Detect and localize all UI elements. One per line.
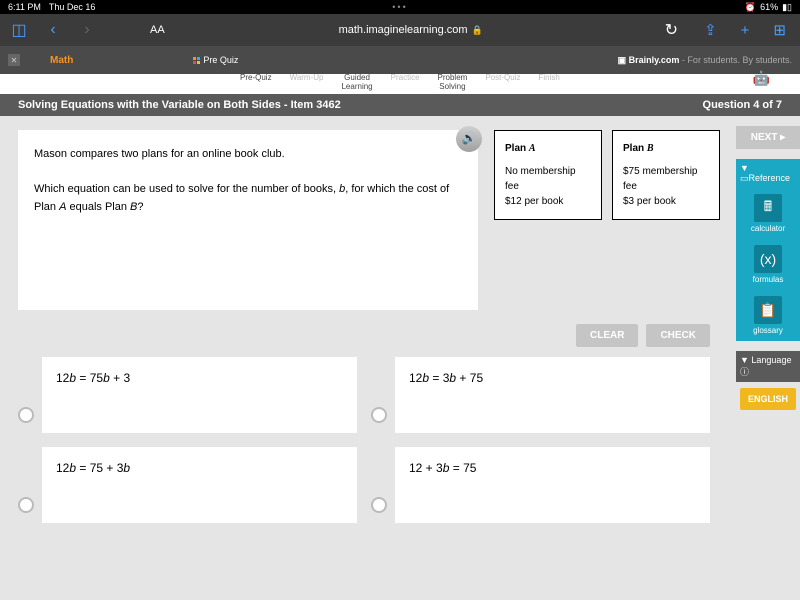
glossary-icon: 📋 [754, 296, 782, 324]
glossary-tool[interactable]: 📋 glossary [736, 290, 800, 341]
formulas-tool[interactable]: (x) formulas [736, 239, 800, 290]
content-area: 🔊 Mason compares two plans for an online… [0, 116, 800, 324]
lesson-nav: Pre-Quiz Warm-Up GuidedLearning Practice… [0, 74, 800, 94]
status-dots: ••• [392, 2, 407, 12]
plan-a-box: Plan A No membership fee $12 per book [494, 130, 602, 220]
nav-prequiz[interactable]: Pre-Quiz [240, 74, 272, 83]
safari-toolbar: ◫ ‹ › AA math.imaginelearning.com 🔒 ↻ ⇪ … [0, 14, 800, 46]
nav-postquiz: Post-Quiz [485, 74, 520, 83]
nav-practice: Practice [391, 74, 420, 83]
close-icon[interactable]: ✕ [8, 54, 20, 66]
formulas-icon: (x) [754, 245, 782, 273]
radio-icon[interactable] [18, 497, 34, 513]
calculator-tool[interactable]: 🖩 calculator [736, 188, 800, 239]
lesson-title: Solving Equations with the Variable on B… [18, 99, 341, 111]
forward-icon: › [76, 19, 98, 41]
answer-option-2[interactable]: 12b = 3b + 75 [371, 357, 710, 433]
battery-icon: ▮▯ [782, 2, 792, 13]
back-icon[interactable]: ‹ [42, 19, 64, 41]
share-icon[interactable]: ⇪ [704, 21, 717, 39]
question-header: Solving Equations with the Variable on B… [0, 94, 800, 116]
reload-icon[interactable]: ↻ [665, 20, 678, 40]
answer-option-1[interactable]: 12b = 75b + 3 [18, 357, 357, 433]
plans-container: Plan A No membership fee $12 per book Pl… [494, 130, 720, 220]
tab-strip: ✕ Math Pre Quiz ▣ Brainly.com - For stud… [0, 46, 800, 74]
text-size-button[interactable]: AA [150, 24, 165, 36]
next-button[interactable]: NEXT ▸ [736, 126, 800, 149]
prequiz-indicator: Pre Quiz [193, 55, 238, 65]
battery-percent: 61% [760, 2, 778, 12]
lock-icon: 🔒 [472, 25, 483, 36]
audio-icon[interactable]: 🔊 [456, 126, 482, 152]
nav-problem[interactable]: ProblemSolving [438, 74, 468, 92]
address-bar[interactable]: math.imaginelearning.com 🔒 [177, 24, 645, 36]
check-button[interactable]: CHECK [646, 324, 710, 347]
answers-grid: 12b = 75b + 3 12b = 3b + 75 12b = 75 + 3… [0, 357, 800, 523]
status-time: 6:11 PM [8, 2, 41, 12]
ios-status-bar: 6:11 PM Thu Dec 16 ••• ⏰ 61% ▮▯ [0, 0, 800, 14]
radio-icon[interactable] [371, 497, 387, 513]
nav-finish: Finish [538, 74, 559, 83]
nav-warmup: Warm-Up [290, 74, 324, 83]
answer-option-3[interactable]: 12b = 75 + 3b [18, 447, 357, 523]
language-header[interactable]: ▼ Language ⓘ [736, 351, 800, 382]
english-button[interactable]: ENGLISH [740, 388, 796, 410]
action-buttons: CLEAR CHECK [0, 324, 800, 357]
brainly-tab[interactable]: ▣ Brainly.com - For students. By student… [618, 55, 792, 66]
side-panel: NEXT ▸ ▼ ▭Reference 🖩 calculator (x) for… [736, 126, 800, 416]
reference-header[interactable]: ▼ ▭Reference [736, 159, 800, 188]
alarm-icon: ⏰ [745, 2, 756, 13]
sidebar-toggle-icon[interactable]: ◫ [8, 19, 30, 41]
status-date: Thu Dec 16 [49, 2, 96, 12]
new-tab-icon[interactable]: + [741, 22, 750, 39]
plan-b-box: Plan B $75 membership fee $3 per book [612, 130, 720, 220]
calculator-icon: 🖩 [754, 194, 782, 222]
clear-button[interactable]: CLEAR [576, 324, 638, 347]
radio-icon[interactable] [371, 407, 387, 423]
question-progress: Question 4 of 7 [703, 99, 782, 111]
math-tab[interactable]: Math [50, 55, 73, 66]
robot-icon: 🤖 [753, 70, 770, 87]
tabs-icon[interactable]: ⊞ [773, 21, 786, 39]
question-text: 🔊 Mason compares two plans for an online… [18, 130, 478, 310]
nav-guided[interactable]: GuidedLearning [341, 74, 372, 92]
radio-icon[interactable] [18, 407, 34, 423]
url-text: math.imaginelearning.com [339, 24, 468, 36]
answer-option-4[interactable]: 12 + 3b = 75 [371, 447, 710, 523]
